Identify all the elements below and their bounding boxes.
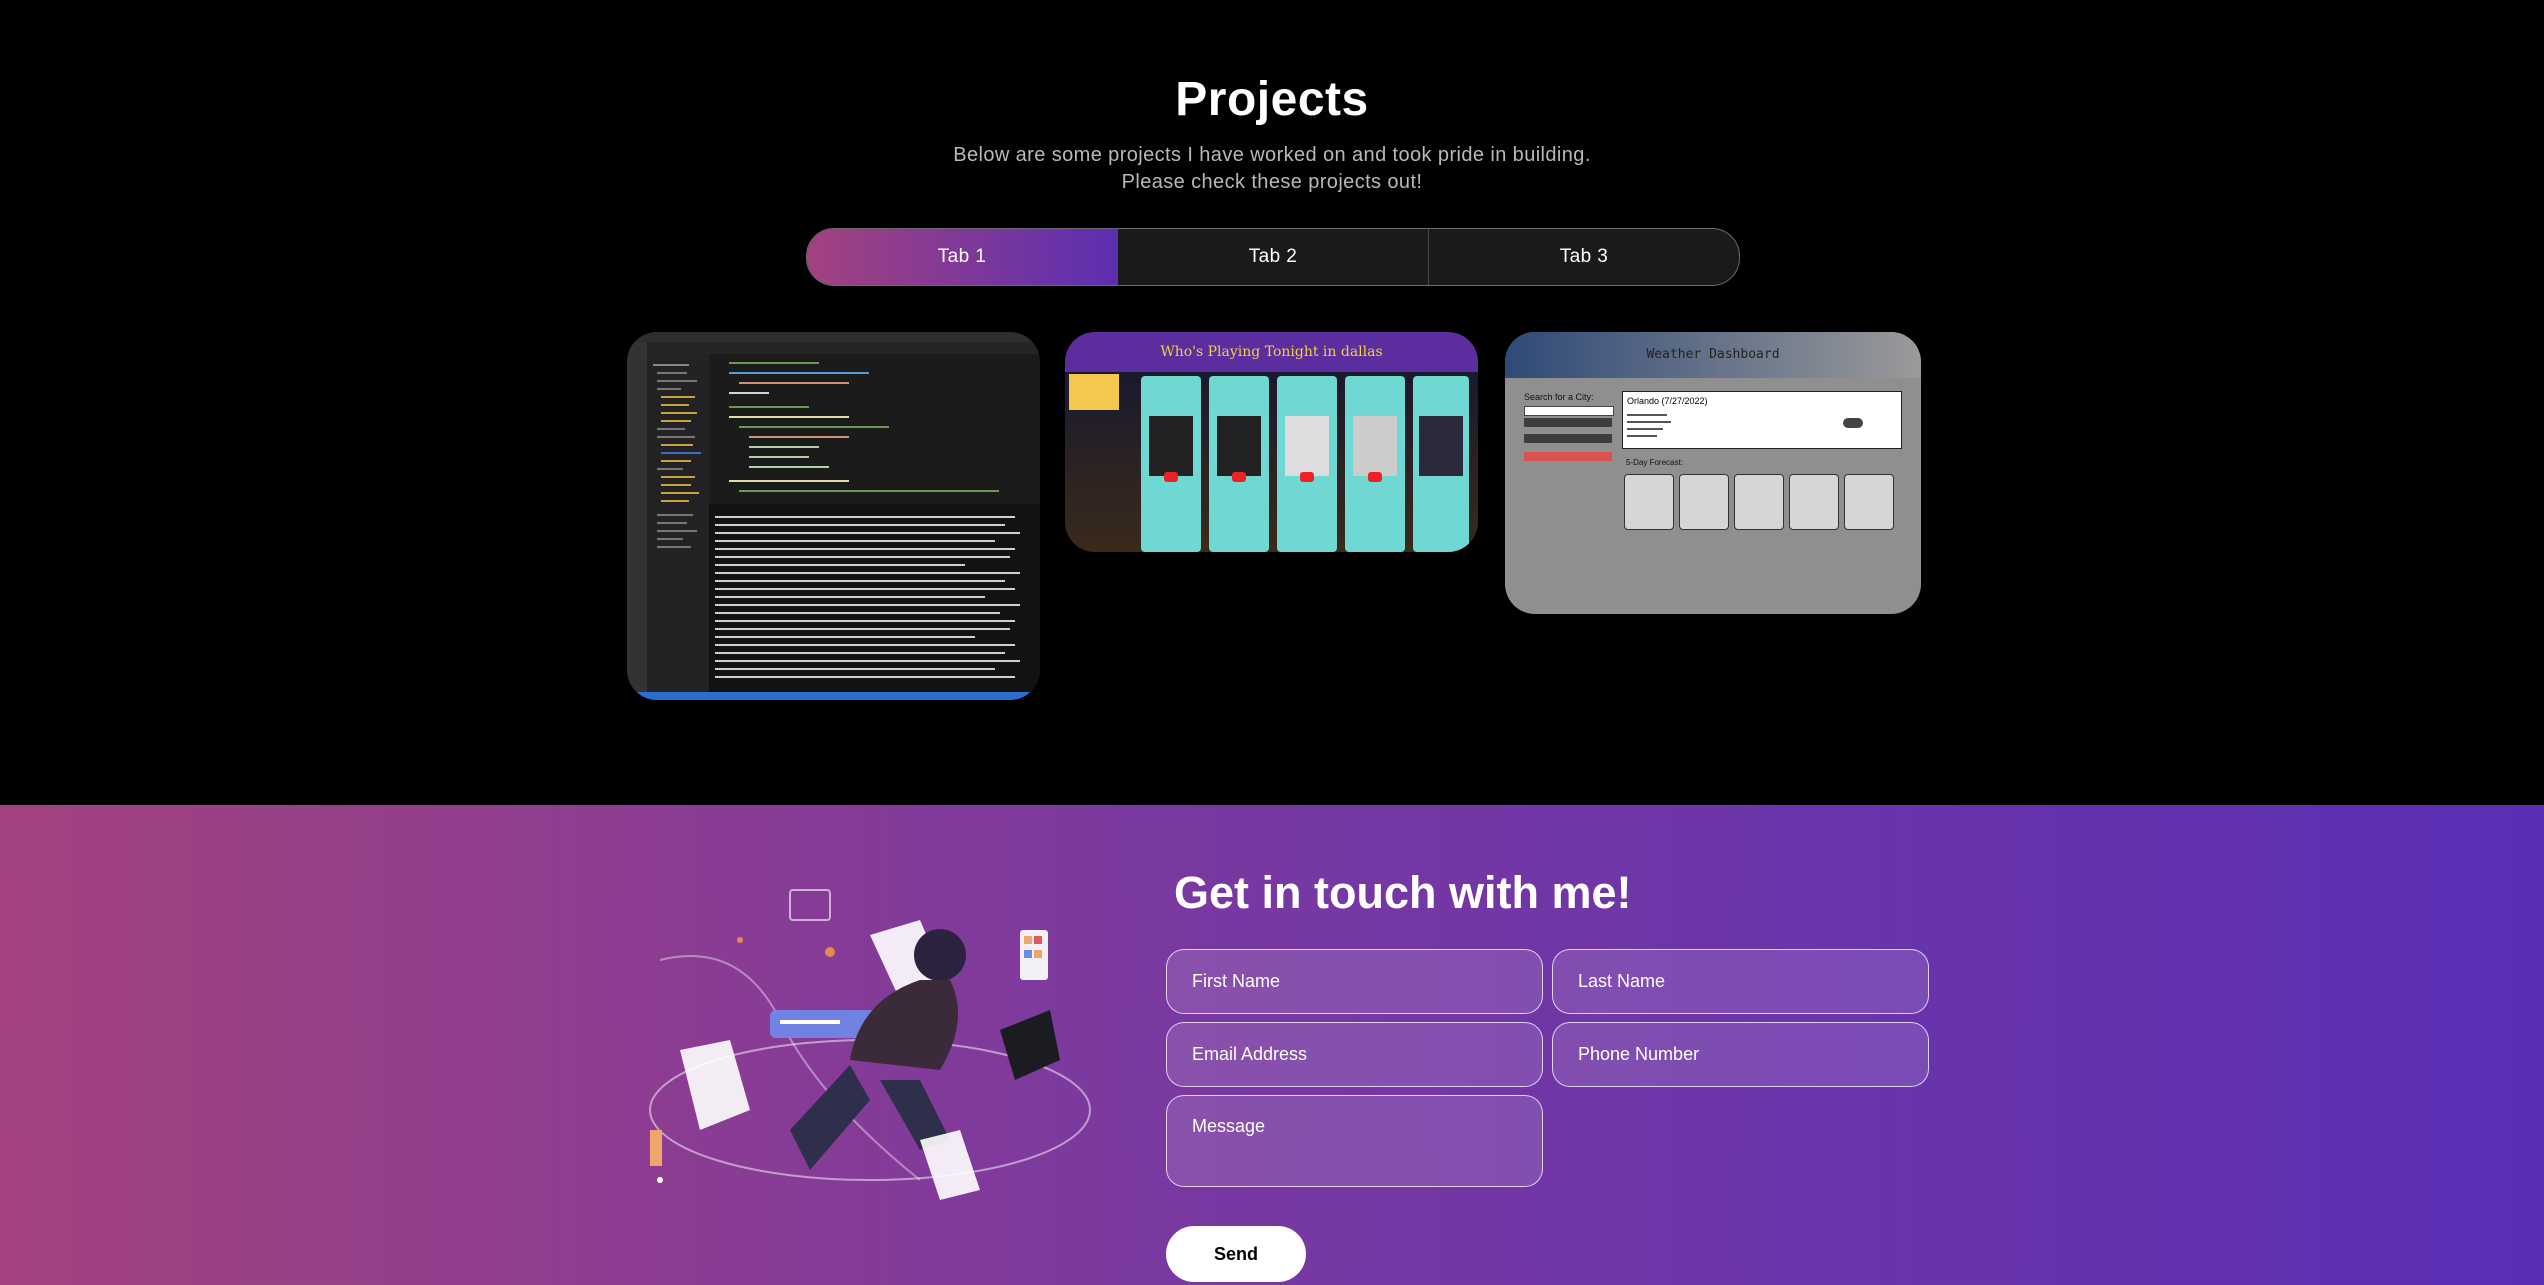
message-field[interactable] — [1166, 1095, 1543, 1187]
projects-title: Projects — [1175, 73, 1369, 126]
weather-search-input — [1524, 406, 1614, 416]
projects-section: Projects Below are some projects I have … — [0, 0, 2544, 805]
forecast-day — [1734, 474, 1784, 530]
forecast-day — [1624, 474, 1674, 530]
event-card — [1277, 376, 1337, 552]
project-card-code-editor[interactable] — [627, 332, 1040, 700]
event-card — [1345, 376, 1405, 552]
first-name-field[interactable] — [1166, 949, 1543, 1014]
event-card — [1141, 376, 1201, 552]
concerts-title: Who's Playing Tonight in dallas — [1160, 344, 1383, 360]
weather-current: Orlando (7/27/2022) — [1622, 391, 1902, 449]
editor-terminal — [709, 504, 1040, 692]
weather-history-button — [1524, 434, 1612, 443]
weather-clear-button — [1524, 452, 1612, 461]
weather-city: Orlando (7/27/2022) — [1627, 396, 1708, 406]
project-card-weather[interactable]: Weather Dashboard Search for a City: Orl… — [1505, 332, 1921, 614]
weather-search-label: Search for a City: — [1524, 392, 1594, 402]
weather-search-button — [1524, 418, 1612, 427]
email-field[interactable] — [1166, 1022, 1543, 1087]
last-name-field[interactable] — [1552, 949, 1929, 1014]
weather-icon — [1843, 418, 1863, 428]
send-button[interactable]: Send — [1166, 1226, 1306, 1282]
developer-illustration — [649, 889, 1091, 1200]
forecast-day — [1679, 474, 1729, 530]
projects-subtitle: Below are some projects I have worked on… — [953, 144, 1591, 193]
weather-title: Weather Dashboard — [1646, 347, 1780, 362]
concerts-header: Who's Playing Tonight in dallas — [1065, 332, 1478, 372]
editor-titlebar — [627, 332, 1040, 342]
editor-activity-bar — [627, 342, 647, 692]
concerts-sidebar — [1069, 374, 1119, 410]
tab-1[interactable]: Tab 1 — [807, 229, 1118, 285]
event-card — [1413, 376, 1469, 552]
weather-header: Weather Dashboard — [1505, 332, 1921, 378]
editor-status-bar — [627, 692, 1040, 700]
forecast-day — [1844, 474, 1894, 530]
contact-title: Get in touch with me! — [1174, 867, 1632, 918]
phone-field[interactable] — [1552, 1022, 1929, 1087]
event-card — [1209, 376, 1269, 552]
editor-code-pane — [709, 354, 1040, 504]
forecast-day — [1789, 474, 1839, 530]
editor-tabs — [647, 342, 1040, 354]
tab-3[interactable]: Tab 3 — [1429, 229, 1739, 285]
project-tabs: Tab 1 Tab 2 Tab 3 — [806, 228, 1740, 286]
project-card-concerts[interactable]: Who's Playing Tonight in dallas — [1065, 332, 1478, 552]
tab-2[interactable]: Tab 2 — [1118, 229, 1429, 285]
forecast-label: 5-Day Forecast: — [1626, 458, 1683, 467]
editor-file-tree — [647, 354, 709, 692]
